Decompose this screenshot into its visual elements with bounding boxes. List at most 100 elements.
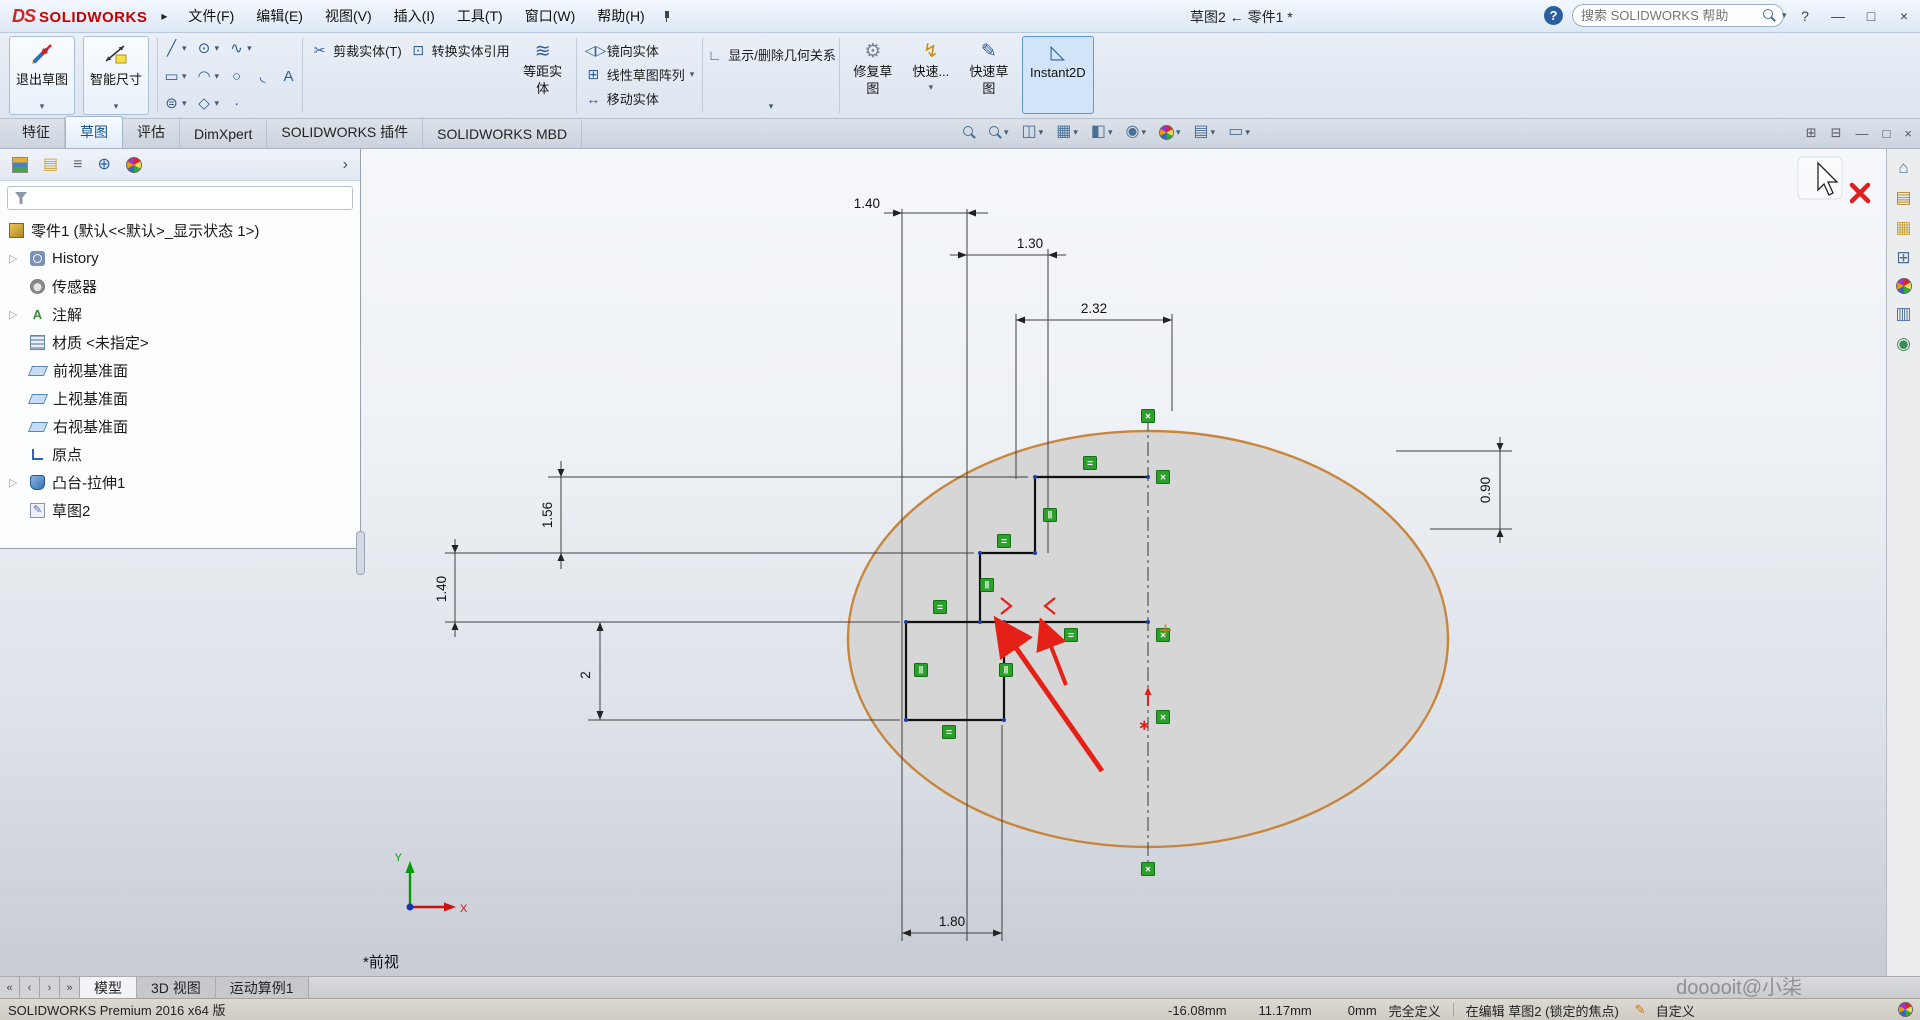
smart-dimension-button[interactable]: 智能尺寸 ▾ <box>83 36 149 115</box>
slot-tool-button[interactable]: ⊜ ▾ <box>163 95 187 112</box>
tab-mbd[interactable]: SOLIDWORKS MBD <box>423 121 583 148</box>
help-menu[interactable]: ? <box>1793 8 1817 24</box>
tree-item-boss-extrude[interactable]: ▷ 凸台-拉伸1 <box>0 468 360 496</box>
menu-file[interactable]: 文件(F) <box>177 1 245 31</box>
tab-scroll-prev-button[interactable]: ‹ <box>20 977 40 998</box>
slot-caret-icon[interactable]: ▾ <box>182 99 187 108</box>
exit-sketch-button[interactable]: 退出草图 ▾ <box>9 36 75 115</box>
quick-snaps-button[interactable]: ↯ 快速... ▾ <box>906 36 956 114</box>
search-caret-icon[interactable]: ▾ <box>1782 11 1787 20</box>
tab-scroll-next-button[interactable]: › <box>40 977 60 998</box>
tab-features[interactable]: 特征 <box>8 117 65 148</box>
move-entities-button[interactable]: ↔ 移动实体 <box>585 89 695 108</box>
polygon-tool-button[interactable]: ◇ ▾ <box>196 95 220 112</box>
dimension-180[interactable]: 1.80 <box>902 914 1002 937</box>
solidworks-resources-icon[interactable]: ⌂ <box>1898 158 1908 178</box>
tree-item-front-plane[interactable]: 前视基准面 <box>0 356 360 384</box>
forum-icon[interactable]: ◉ <box>1896 334 1911 354</box>
menu-insert[interactable]: 插入(I) <box>383 1 446 31</box>
scene-caret-icon[interactable]: ▾ <box>1211 127 1216 137</box>
tree-item-sketch2[interactable]: ✎ 草图2 <box>0 496 360 524</box>
rectangle-caret-icon[interactable]: ▾ <box>182 71 187 81</box>
expand-arrow-icon[interactable]: ▷ <box>9 308 17 321</box>
arc-tool-button[interactable]: ◠ ▾ <box>196 68 220 85</box>
display-relations-button[interactable]: ∟ 显示/删除几何关系 <box>706 45 836 64</box>
tab-scroll-first-button[interactable]: « <box>0 977 20 998</box>
display-manager-icon[interactable] <box>125 156 142 173</box>
tree-item-annotations[interactable]: ▷ A 注解 <box>0 300 360 328</box>
menu-pin-icon[interactable] <box>662 11 672 22</box>
tab-sketch[interactable]: 草图 <box>65 116 123 148</box>
hide-show-caret-icon[interactable]: ▾ <box>1141 127 1146 137</box>
repair-sketch-button[interactable]: ⚙ 修复草 图 <box>848 36 898 114</box>
display-style-button[interactable]: ◧ ▾ <box>1091 123 1113 141</box>
split-pane-icon[interactable]: ⊞ <box>1806 125 1817 141</box>
edit-appearance-button[interactable]: ▾ <box>1159 124 1181 140</box>
expand-arrow-icon[interactable]: ▷ <box>9 476 17 489</box>
view-settings-caret-icon[interactable]: ▾ <box>1245 127 1250 137</box>
custom-dropdown[interactable]: 自定义 <box>1656 1001 1695 1020</box>
zoom-to-fit-button[interactable] <box>963 125 976 139</box>
doc-close-button[interactable]: × <box>1904 126 1912 141</box>
window-close-button[interactable]: × <box>1892 8 1916 24</box>
expand-arrow-icon[interactable]: ▷ <box>9 252 17 265</box>
tree-item-history[interactable]: ▷ History <box>0 244 360 272</box>
view-palette-icon[interactable]: ⊞ <box>1896 248 1910 268</box>
orientation-caret-icon[interactable]: ▾ <box>1073 127 1078 137</box>
file-explorer-icon[interactable]: ▦ <box>1895 218 1911 238</box>
custom-properties-icon[interactable]: ▥ <box>1895 304 1911 324</box>
menu-tools[interactable]: 工具(T) <box>446 1 514 31</box>
zoom-caret-icon[interactable]: ▾ <box>1004 127 1009 137</box>
instant2d-button[interactable]: ◺ Instant2D <box>1021 36 1094 114</box>
arc-caret-icon[interactable]: ▾ <box>215 71 220 81</box>
panel-splitter-handle[interactable] <box>356 531 365 575</box>
dimension-090[interactable]: 0.90 <box>1478 437 1504 543</box>
rapid-sketch-button[interactable]: ✎ 快速草 图 <box>964 36 1014 114</box>
tree-item-sensors[interactable]: 传感器 <box>0 272 360 300</box>
spline-caret-icon[interactable]: ▾ <box>247 44 252 53</box>
appearance-caret-icon[interactable]: ▾ <box>1176 127 1181 137</box>
trim-entities-button[interactable]: ✂ 剪裁实体(T) <box>311 41 402 60</box>
exit-sketch-caret-icon[interactable]: ▾ <box>40 102 45 111</box>
section-view-button[interactable]: ◫ ▾ <box>1022 123 1044 141</box>
menu-edit[interactable]: 编辑(E) <box>245 1 314 31</box>
menu-help[interactable]: 帮助(H) <box>586 1 655 31</box>
spline-tool-button[interactable]: ∿ ▾ <box>228 40 252 57</box>
hide-show-items-button[interactable]: ◉ ▾ <box>1126 123 1147 141</box>
tree-item-origin[interactable]: 原点 <box>0 440 360 468</box>
rectangle-tool-button[interactable]: ▭ ▾ <box>163 68 187 85</box>
window-minimize-button[interactable]: — <box>1826 8 1850 24</box>
dimxpert-manager-icon[interactable]: ⊕ <box>97 156 110 174</box>
mirror-entities-button[interactable]: ◁▷ 镜向实体 <box>585 41 695 60</box>
dimension-140-top[interactable]: 1.40 <box>854 196 988 217</box>
linear-pattern-button[interactable]: ⊞ 线性草图阵列 ▾ <box>585 65 694 84</box>
line-caret-icon[interactable]: ▾ <box>182 44 187 53</box>
tree-item-part-root[interactable]: 零件1 (默认<<默认>_显示状态 1>) <box>0 216 360 244</box>
text-tool-button[interactable]: A <box>280 68 297 85</box>
display-relations-caret-icon[interactable]: ▾ <box>769 102 774 111</box>
line-tool-button[interactable]: ╱ ▾ <box>163 40 187 57</box>
ellipse-tool-button[interactable]: ○ <box>228 68 245 85</box>
dimension-232[interactable]: 2.32 <box>1016 301 1172 324</box>
circle-tool-button[interactable]: ⊙ ▾ <box>196 40 220 57</box>
tab-3d-views[interactable]: 3D 视图 <box>137 977 216 998</box>
panel-collapse-icon[interactable]: › <box>343 156 348 174</box>
tree-item-right-plane[interactable]: 右视基准面 <box>0 412 360 440</box>
status-globe-icon[interactable] <box>1898 1002 1913 1017</box>
configuration-manager-icon[interactable]: ≡ <box>73 156 82 174</box>
polygon-caret-icon[interactable]: ▾ <box>215 99 220 108</box>
property-manager-icon[interactable]: ▤ <box>43 156 58 174</box>
search-box[interactable]: ▾ <box>1572 4 1787 27</box>
tree-item-material[interactable]: 材质 <未指定> <box>0 328 360 356</box>
featuremanager-tree-icon[interactable] <box>12 156 28 173</box>
point-tool-button[interactable]: · <box>228 95 245 112</box>
menu-expand-icon[interactable]: ▸ <box>161 9 167 23</box>
tab-model[interactable]: 模型 <box>80 977 137 998</box>
tab-scroll-last-button[interactable]: » <box>60 977 80 998</box>
circle-caret-icon[interactable]: ▾ <box>215 44 220 53</box>
view-orientation-button[interactable]: ▦ ▾ <box>1056 123 1078 141</box>
tab-dimxpert[interactable]: DimXpert <box>180 121 268 148</box>
tab-motion-study[interactable]: 运动算例1 <box>215 977 309 998</box>
quick-snaps-caret-icon[interactable]: ▾ <box>929 83 934 92</box>
cascade-windows-icon[interactable]: ⊟ <box>1831 125 1842 141</box>
